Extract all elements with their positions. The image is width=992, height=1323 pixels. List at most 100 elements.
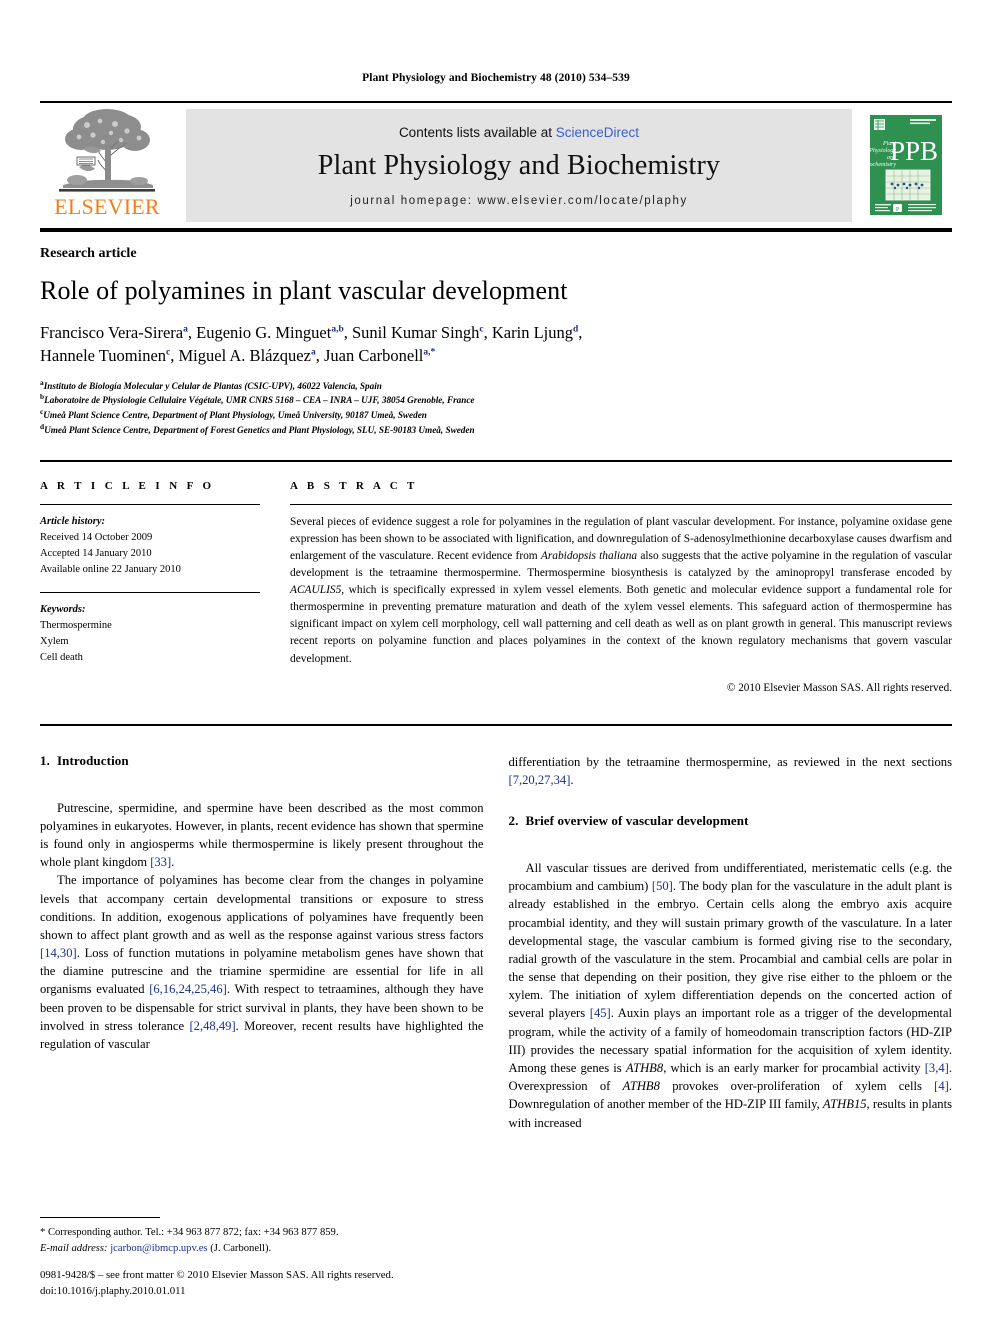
svg-text:PPB: PPB: [890, 136, 938, 166]
section-number: 1.: [40, 752, 50, 768]
running-head: Plant Physiology and Biochemistry 48 (20…: [362, 72, 630, 84]
text-run: .: [570, 772, 574, 787]
keywords-label: Keywords:: [40, 603, 86, 615]
email-suffix: (J. Carbonell).: [210, 1243, 272, 1255]
citation-ref[interactable]: [14,30]: [40, 946, 77, 960]
affiliation-text: Umeå Plant Science Centre, Department of…: [43, 410, 427, 421]
elsevier-logo: ELSEVIER: [40, 103, 174, 228]
paragraph: Putrescine, spermidine, and spermine hav…: [40, 799, 484, 872]
history-item: Received 14 October 2009: [40, 532, 153, 544]
paragraph-continued: differentiation by the tetraamine thermo…: [509, 753, 953, 789]
affiliation-list: aInstituto de Biología Molecular y Celul…: [40, 378, 952, 439]
corresponding-author-note: * Corresponding author. Tel.: +34 963 87…: [40, 1227, 339, 1239]
abstract-text: Several pieces of evidence suggest a rol…: [290, 514, 952, 667]
body-column-left: 1. Introduction Putrescine, spermidine, a…: [40, 753, 484, 1132]
gene-name: ATHB15: [822, 1097, 867, 1112]
abstract-italic-species: Arabidopsis thaliana: [540, 550, 638, 563]
author-name: Juan Carbonell: [323, 345, 424, 365]
article-history-label: Article history:: [40, 516, 106, 528]
author-name: Hannele Tuominen: [40, 345, 167, 365]
keyword-item: Thermospermine: [40, 619, 112, 631]
author-affiliation-mark: c: [479, 324, 484, 335]
ppb-cover-icon: PPB Plant Physiology and Biochemistry P: [864, 111, 948, 220]
author-affiliation-mark: a,b: [331, 324, 344, 335]
journal-title: Plant Physiology and Biochemistry: [317, 149, 721, 181]
text-run: provokes over-proliferation of xylem cel…: [659, 1079, 935, 1094]
gene-name: ATHB8: [622, 1079, 660, 1094]
citation-ref[interactable]: [4]: [934, 1079, 949, 1093]
citation-ref[interactable]: [7,20,27,34]: [509, 773, 571, 787]
keyword-item: Xylem: [40, 635, 69, 647]
imprint-block: 0981-9428/$ – see front matter © 2010 El…: [40, 1268, 500, 1299]
section-title: Introduction: [56, 752, 129, 768]
svg-text:and: and: [887, 155, 897, 161]
author-name: Eugenio G. Minguet: [196, 323, 332, 342]
elsevier-tree-icon: [55, 107, 159, 195]
divider: [40, 591, 260, 593]
abstract-italic-gene: ACAULIS5: [290, 584, 342, 597]
abstract-column: A B S T R A C T Several pieces of eviden…: [290, 480, 952, 694]
imprint-line: doi:10.1016/j.plaphy.2010.01.011: [40, 1284, 186, 1297]
footnote-rule: [40, 1217, 160, 1219]
abstract-heading: A B S T R A C T: [290, 480, 418, 493]
journal-homepage[interactable]: journal homepage: www.elsevier.com/locat…: [350, 195, 688, 207]
paper-page: Plant Physiology and Biochemistry 48 (20…: [0, 0, 992, 1323]
affiliation-item: bLaboratoire de Physiologie Cellulaire V…: [40, 393, 952, 408]
journal-cover-thumbnail: PPB Plant Physiology and Biochemistry P: [860, 103, 952, 228]
text-run: .: [171, 855, 175, 870]
affiliation-text: Laboratoire de Physiologie Cellulaire Vé…: [44, 395, 475, 406]
author-list: Francisco Vera-Sireraa, Eugenio G. Mingu…: [40, 323, 583, 365]
author-name: Miguel A. Blázquez: [178, 345, 311, 365]
author-affiliation-mark: d: [573, 324, 579, 335]
email-label: E-mail address:: [40, 1243, 108, 1255]
keywords-group: Keywords: Thermospermine Xylem Cell deat…: [40, 602, 260, 666]
contents-prefix: Contents lists available at: [398, 124, 556, 140]
citation-ref[interactable]: [6,16,24,25,46]: [149, 982, 227, 996]
imprint-line: 0981-9428/$ – see front matter © 2010 El…: [40, 1269, 394, 1282]
text-run: differentiation by the tetraamine thermo…: [508, 754, 953, 769]
paragraph: The importance of polyamines has become …: [40, 871, 484, 1053]
info-abstract-block: A R T I C L E I N F O Article history: R…: [40, 460, 952, 694]
text-run: The importance of polyamines has become …: [40, 873, 484, 942]
history-item: Available online 22 January 2010: [40, 564, 181, 576]
contents-available-line: Contents lists available at ScienceDirec…: [399, 125, 639, 140]
journal-masthead: ELSEVIER Contents lists available at Sci…: [40, 101, 952, 232]
keyword-item: Cell death: [40, 651, 83, 663]
article-info-column: A R T I C L E I N F O Article history: R…: [40, 480, 290, 693]
citation-ref[interactable]: [3,4]: [925, 1061, 949, 1075]
affiliation-item: dUmeå Plant Science Centre, Department o…: [40, 423, 952, 438]
body-columns: 1. Introduction Putrescine, spermidine, a…: [40, 723, 953, 1132]
citation-ref[interactable]: [50]: [652, 879, 673, 893]
sciencedirect-link[interactable]: ScienceDirect: [556, 125, 639, 140]
text-run: . The body plan for the vasculature in t…: [508, 879, 953, 1021]
article-type: Research article: [40, 246, 137, 261]
email-note: E-mail address: jcarbon@ibmcp.upv.es (J.…: [40, 1241, 480, 1257]
svg-text:Plant: Plant: [882, 141, 896, 147]
email-link[interactable]: jcarbon@ibmcp.upv.es: [110, 1243, 207, 1254]
section-title: Brief overview of vascular development: [525, 812, 749, 828]
affiliation-text: Instituto de Biología Molecular y Celula…: [43, 380, 382, 391]
svg-text:Physiology: Physiology: [868, 148, 896, 154]
affiliation-text: Umeå Plant Science Centre, Department of…: [44, 425, 475, 436]
citation-ref[interactable]: [33]: [150, 855, 171, 869]
citation-ref[interactable]: [2,48,49]: [189, 1019, 235, 1033]
author-name: Sunil Kumar Singh: [351, 323, 480, 342]
paragraph: All vascular tissues are derived from un…: [509, 859, 953, 1132]
elsevier-wordmark: ELSEVIER: [54, 194, 160, 219]
body-column-right: differentiation by the tetraamine thermo…: [509, 753, 953, 1132]
section-heading-overview: 2. Brief overview of vascular development: [509, 813, 953, 829]
abstract-copyright: © 2010 Elsevier Masson SAS. All rights r…: [726, 681, 952, 694]
affiliation-item: aInstituto de Biología Molecular y Celul…: [40, 378, 952, 394]
text-run: Putrescine, spermidine, and spermine hav…: [40, 800, 484, 870]
citation-ref[interactable]: [45]: [590, 1006, 611, 1020]
divider: [40, 504, 260, 506]
footnote-area: * Corresponding author. Tel.: +34 963 87…: [40, 1217, 480, 1257]
text-run: , which is an early marker for procambia…: [663, 1061, 925, 1076]
article-history: Article history: Received 14 October 200…: [40, 514, 260, 578]
author-affiliation-mark: c: [166, 347, 171, 358]
svg-text:Biochemistry: Biochemistry: [864, 162, 896, 168]
author-name: Karin Ljung: [491, 323, 573, 342]
page-title: Role of polyamines in plant vascular dev…: [40, 276, 568, 305]
divider: [290, 504, 952, 506]
gene-name: ATHB8: [625, 1061, 664, 1076]
